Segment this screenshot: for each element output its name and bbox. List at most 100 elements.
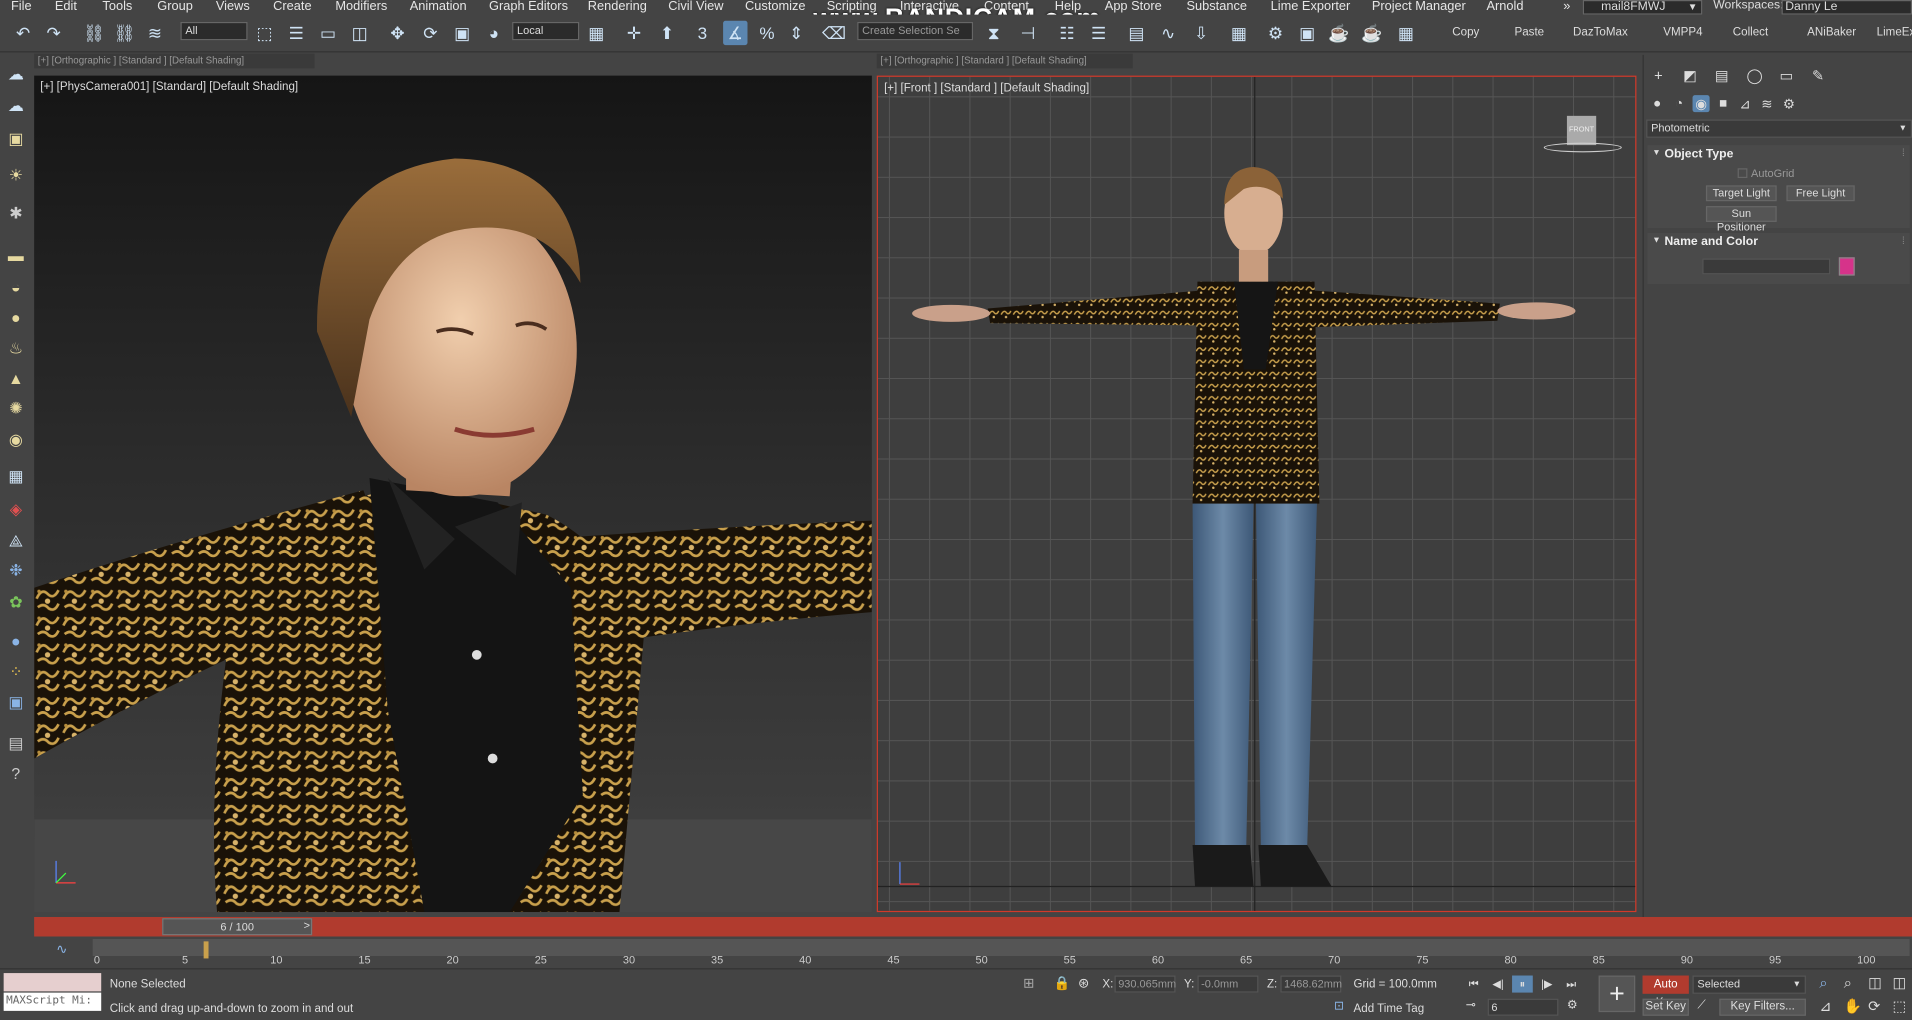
maximize-viewport-icon[interactable]: ⬚	[1893, 997, 1907, 1014]
rotate-icon[interactable]: ⟳	[418, 21, 442, 45]
key-tangent-icon[interactable]: ⟋	[1697, 999, 1706, 1012]
utilities-tab-icon[interactable]: ✎	[1808, 66, 1828, 86]
grid-object-icon[interactable]: ▦	[5, 466, 27, 488]
geometry-icon[interactable]: ●	[1649, 95, 1666, 112]
toggle-ribbon-icon[interactable]: ▤	[1124, 21, 1148, 45]
modify-tab-icon[interactable]: ◩	[1680, 66, 1700, 86]
isolate-icon[interactable]: ⊞	[1023, 976, 1034, 992]
cloud-icon[interactable]: ☁	[5, 95, 27, 117]
previous-frame-icon[interactable]: ◀|	[1488, 976, 1509, 993]
copy-button[interactable]: Copy	[1452, 26, 1479, 39]
set-key-button[interactable]: Set Key	[1642, 998, 1689, 1016]
named-selection-set-dropdown[interactable]: Create Selection Se	[857, 21, 974, 41]
script-icon[interactable]: ▤	[5, 733, 27, 755]
menu-tools[interactable]: Tools	[102, 0, 132, 13]
keyboard-shortcut-icon[interactable]: ⬆	[655, 21, 679, 45]
render-icon[interactable]: ▣	[5, 691, 27, 713]
angle-snap-icon[interactable]: ∡	[723, 20, 748, 46]
shapes-icon[interactable]: ◔	[1671, 95, 1688, 112]
time-slider-track[interactable]: < 6 / 100 >	[34, 916, 1912, 937]
next-frame-icon[interactable]: >	[304, 919, 310, 931]
maxscript-listener[interactable]	[3, 973, 102, 992]
front-viewport-label[interactable]: [+] [Front ] [Standard ] [Default Shadin…	[884, 82, 1089, 95]
spacewarps-icon[interactable]: ≋	[1758, 95, 1775, 112]
pan-icon[interactable]: ✋	[1844, 997, 1862, 1014]
select-by-name-icon[interactable]: ☰	[284, 21, 308, 45]
curve-editor-mini-icon[interactable]: ∿	[56, 941, 67, 958]
orbit-icon[interactable]: ⟳	[1868, 997, 1880, 1014]
spinner-snap-icon[interactable]: ⇕	[784, 21, 808, 45]
create-tab-icon[interactable]: +	[1649, 66, 1669, 86]
y-coordinate-field[interactable]: -0.0mm	[1197, 975, 1259, 993]
ribbon-toggle-icon[interactable]: ☁	[5, 63, 27, 85]
x-coordinate-field[interactable]: 930.065mm	[1114, 975, 1176, 993]
viewcube-face[interactable]: FRONT	[1566, 115, 1597, 146]
paste-button[interactable]: Paste	[1514, 26, 1544, 39]
fov-icon[interactable]: ⊿	[1819, 997, 1831, 1014]
edit-named-sel-icon[interactable]: ⌫	[822, 21, 846, 45]
rect-selection-icon[interactable]: ▭	[316, 21, 340, 45]
pause-icon[interactable]: ⏸	[1512, 975, 1533, 993]
menu-views[interactable]: Views	[216, 0, 250, 13]
sun-light-icon[interactable]: ☀	[5, 165, 27, 187]
current-frame-field[interactable]: 6	[1487, 998, 1559, 1016]
zoom-icon[interactable]: ⌕	[1819, 974, 1827, 992]
move-icon[interactable]: ✥	[385, 21, 409, 45]
percent-snap-icon[interactable]: %	[755, 21, 779, 45]
sun-positioner-button[interactable]: Sun Positioner	[1705, 206, 1777, 233]
object-color-swatch[interactable]	[1838, 257, 1855, 276]
color-dots-icon[interactable]: ⁘	[5, 661, 27, 683]
plane-icon[interactable]: ▬	[5, 244, 27, 266]
light-type-dropdown[interactable]: Photometric ▼	[1646, 119, 1912, 138]
menu-modifiers[interactable]: Modifiers	[335, 0, 387, 13]
object-type-title[interactable]: Object Type	[1664, 148, 1733, 161]
mesh-light-icon[interactable]: ⟁	[5, 530, 27, 552]
object-name-input[interactable]	[1702, 258, 1831, 275]
placement-icon[interactable]: ◕	[482, 21, 506, 45]
vmpp4-button[interactable]: VMPP4	[1663, 26, 1702, 39]
window-crossing-icon[interactable]: ◫	[348, 21, 372, 45]
menu-group[interactable]: Group	[157, 0, 193, 13]
zoom-extents-icon[interactable]: ◫	[1868, 974, 1882, 991]
sphere-icon[interactable]: ●	[5, 306, 27, 328]
render-setup-icon[interactable]: ⚙	[1263, 21, 1287, 45]
hierarchy-tab-icon[interactable]: ▤	[1712, 66, 1732, 86]
helpers-icon[interactable]: ⊿	[1736, 95, 1753, 112]
lock-icon[interactable]: 🔒	[1054, 976, 1071, 992]
pivot-center-icon[interactable]: ▦	[584, 21, 608, 45]
schematic-view-icon[interactable]: ⇩	[1189, 21, 1213, 45]
menu-customize[interactable]: Customize	[745, 0, 805, 13]
key-filters-button[interactable]: Key Filters...	[1719, 998, 1806, 1016]
align-icon[interactable]: ⊣	[1016, 21, 1040, 45]
menu-rendering[interactable]: Rendering	[588, 0, 647, 13]
menu-edit[interactable]: Edit	[55, 0, 77, 13]
particle-icon[interactable]: ✱	[5, 202, 27, 224]
time-tag-icon[interactable]: ⊡	[1334, 1000, 1344, 1013]
unlink-icon[interactable]: ⛓	[112, 21, 136, 45]
workspace-dropdown[interactable]: Danny Le	[1781, 0, 1912, 15]
spot-light-icon[interactable]: ♨	[5, 338, 27, 360]
menu-project-manager[interactable]: Project Manager	[1372, 0, 1466, 13]
rendered-frame-icon[interactable]: ▣	[1295, 21, 1319, 45]
bind-spacewarp-icon[interactable]: ≋	[143, 21, 167, 45]
name-color-title[interactable]: Name and Color	[1664, 235, 1758, 248]
free-light-button[interactable]: Free Light	[1786, 185, 1855, 202]
display-tab-icon[interactable]: ▭	[1777, 66, 1797, 86]
undo-icon[interactable]: ↶	[11, 21, 35, 45]
scale-icon[interactable]: ▣	[450, 21, 474, 45]
help-icon[interactable]: ?	[5, 762, 27, 784]
auto-key-button[interactable]: Auto Key	[1642, 975, 1689, 1010]
render-production-icon[interactable]: ☕	[1327, 21, 1351, 45]
cameras-icon[interactable]: ■	[1714, 95, 1731, 112]
add-time-tag-button[interactable]: Add Time Tag	[1354, 1002, 1425, 1015]
menu-create[interactable]: Create	[273, 0, 311, 13]
curve-editor-icon[interactable]: ∿	[1156, 21, 1180, 45]
systems-icon[interactable]: ⚙	[1780, 95, 1797, 112]
key-mode-icon[interactable]: ⊸	[1466, 999, 1476, 1012]
box-icon[interactable]: ▣	[5, 128, 27, 150]
menu-overflow-icon[interactable]: »	[1563, 0, 1570, 13]
z-coordinate-field[interactable]: 1468.62mm	[1280, 975, 1342, 993]
absolute-mode-icon[interactable]: ⊛	[1078, 976, 1089, 992]
collect-button[interactable]: Collect	[1733, 26, 1768, 39]
snap-toggle-icon[interactable]: 3	[690, 21, 714, 45]
